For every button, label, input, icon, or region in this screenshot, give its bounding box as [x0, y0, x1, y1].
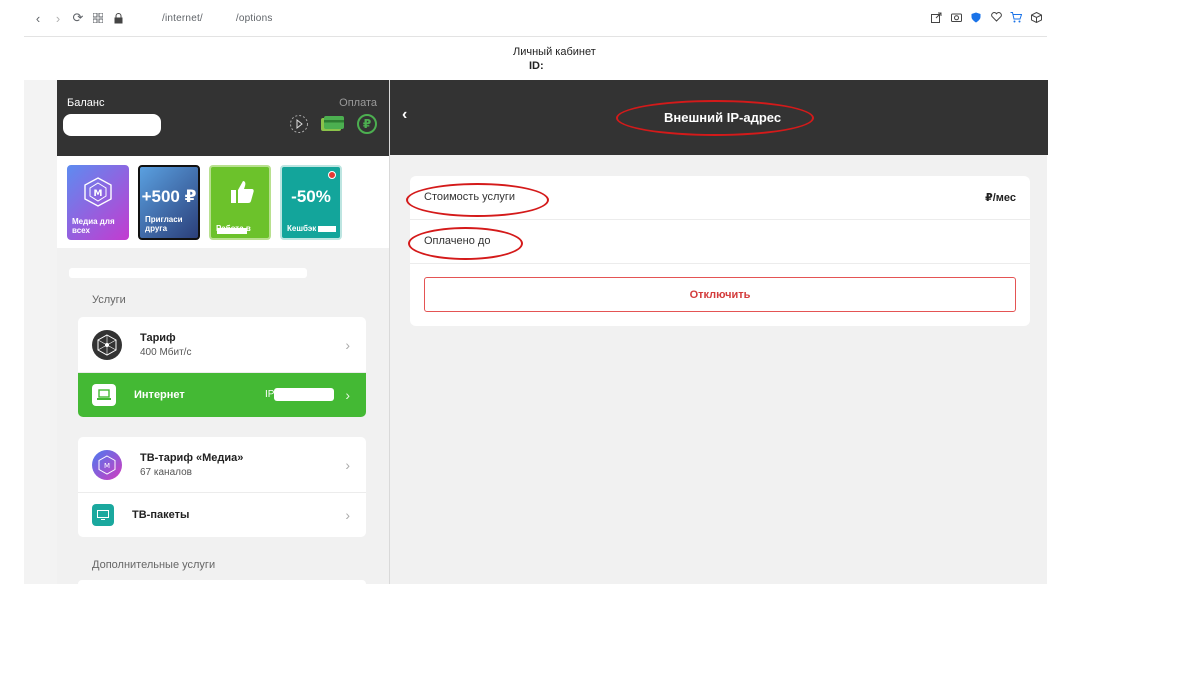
left-gutter: [24, 80, 57, 584]
extra-services-card-edge: [78, 580, 366, 584]
ruble-payment-icon[interactable]: ₽: [355, 114, 379, 134]
shield-icon[interactable]: [969, 10, 983, 24]
svg-text:M: M: [94, 189, 103, 199]
heart-icon[interactable]: [989, 10, 1003, 24]
internet-row[interactable]: Интернет IP ›: [78, 372, 366, 417]
tariff-title: Тариф: [140, 331, 176, 344]
annotation-oval: [408, 227, 523, 260]
back-chevron-icon[interactable]: ‹: [402, 106, 407, 124]
balance-label: Баланс: [67, 97, 105, 109]
internet-title: Интернет: [134, 389, 185, 401]
cart-icon[interactable]: [1009, 10, 1023, 24]
media-gem-icon: M: [84, 177, 112, 207]
promo-cashback[interactable]: -50% Кешбэк: [280, 165, 342, 240]
promo-tiles: M Медиа для всех +500 ₽ Пригласи друга Р…: [57, 156, 389, 248]
tariff-speed: 400 Мбит/с: [140, 346, 192, 358]
forward-icon[interactable]: ›: [48, 8, 68, 28]
promo-caption: Кешбэк: [287, 224, 317, 233]
chevron-right-icon: ›: [345, 507, 350, 523]
cabinet-header: Личный кабинет ID:: [57, 38, 1047, 80]
reload-icon[interactable]: ⟳: [68, 8, 88, 28]
promo-caption: Медиа для всех: [72, 217, 115, 235]
chevron-right-icon: ›: [345, 387, 350, 403]
extension-icons: [929, 10, 1043, 24]
laptop-icon: [92, 384, 116, 406]
detail-panel: ‹ Внешний IP-адрес Стоимость услуги ₽/ме…: [389, 80, 1048, 584]
promo-job[interactable]: Работа в: [209, 165, 271, 240]
browser-toolbar: ‹ › ⟳ /internet/ /options: [24, 0, 1047, 37]
redacted-text: [318, 226, 336, 232]
tv-card: M ТВ-тариф «Медиа» 67 каналов › ТВ-пакет…: [78, 437, 366, 537]
svg-text:₽: ₽: [363, 117, 371, 131]
cabinet-title: Личный кабинет: [513, 46, 596, 58]
pay-label: Оплата: [339, 97, 377, 109]
detail-header: ‹ Внешний IP-адрес: [390, 80, 1048, 155]
back-icon[interactable]: ‹: [28, 8, 48, 28]
tv-tariff-row[interactable]: M ТВ-тариф «Медиа» 67 каналов ›: [78, 437, 366, 492]
lock-icon[interactable]: [108, 8, 128, 28]
promo-discount: -50%: [291, 187, 331, 206]
cube-icon[interactable]: [1029, 10, 1043, 24]
left-panel: Баланс Оплата ₽ M Медиа для всех +500 ₽ …: [24, 80, 389, 584]
address-bar[interactable]: /internet/ /options: [154, 13, 303, 24]
tv-tariff-title: ТВ-тариф «Медиа»: [140, 451, 244, 464]
thumbs-up-icon: [231, 181, 254, 203]
promo-caption: Пригласи друга: [145, 215, 183, 233]
tv-packages-row[interactable]: ТВ-пакеты ›: [78, 492, 366, 537]
tv-channel-count: 67 каналов: [140, 466, 192, 478]
redacted-ip: [274, 388, 334, 401]
tv-packages-title: ТВ-пакеты: [132, 509, 190, 521]
chevron-right-icon: ›: [345, 336, 350, 353]
url-segment: /options: [235, 12, 273, 24]
svg-text:M: M: [104, 462, 110, 470]
services-section-label: Услуги: [92, 294, 126, 306]
promo-amount: +500 ₽: [141, 187, 197, 206]
redacted-text: [217, 228, 247, 234]
share-icon[interactable]: [929, 10, 943, 24]
card-payment-icon[interactable]: [321, 114, 345, 134]
account-id-label: ID:: [529, 60, 544, 72]
tariff-row[interactable]: Тариф 400 Мбит/с ›: [78, 317, 366, 372]
history-icon[interactable]: [287, 114, 311, 134]
redacted-address: [69, 268, 307, 278]
promo-invite[interactable]: +500 ₽ Пригласи друга: [138, 165, 200, 240]
tariff-icon: [92, 329, 122, 360]
media-tv-icon: M: [92, 449, 122, 480]
camera-icon[interactable]: [949, 10, 963, 24]
notification-dot: [328, 171, 336, 179]
services-card: Тариф 400 Мбит/с › Интернет IP ›: [78, 317, 366, 417]
balance-panel: Баланс Оплата ₽: [57, 80, 389, 156]
disable-button[interactable]: Отключить: [424, 277, 1016, 312]
apps-grid-icon[interactable]: [88, 8, 108, 28]
annotation-oval: [616, 100, 814, 136]
url-segment: /internet/: [162, 12, 203, 24]
cost-value: ₽/мес: [985, 192, 1016, 204]
extra-services-label: Дополнительные услуги: [92, 559, 216, 571]
chevron-right-icon: ›: [345, 456, 350, 473]
balance-value-redacted: [63, 114, 161, 136]
tv-screen-icon: [92, 504, 114, 526]
promo-media[interactable]: M Медиа для всех: [67, 165, 129, 240]
payment-icons: ₽: [287, 114, 379, 134]
annotation-oval: [406, 183, 549, 217]
